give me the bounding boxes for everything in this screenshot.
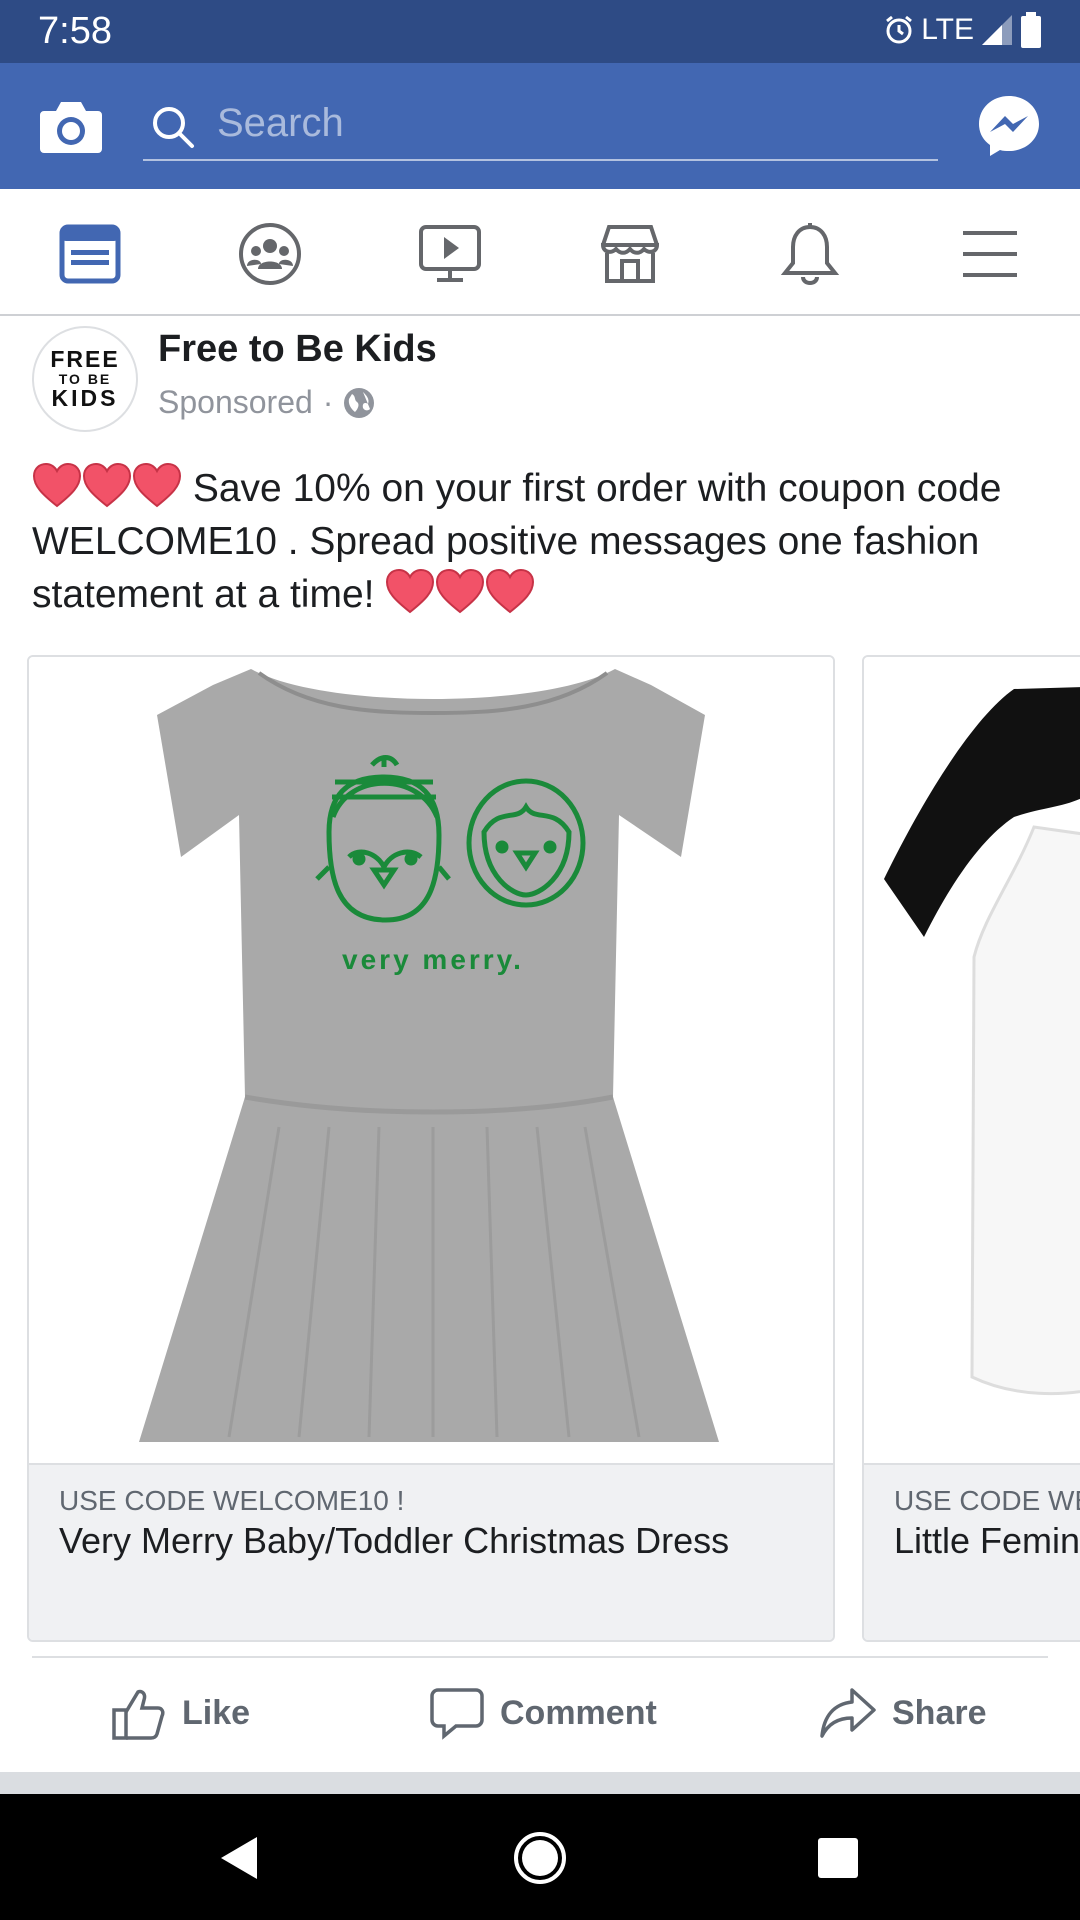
groups-icon [239, 223, 301, 285]
sponsored-label: Sponsored [158, 384, 313, 420]
carousel-card[interactable]: USE CODE WELCOME10 ! Little Feminist Bas… [862, 655, 1080, 1642]
signal-icon [982, 15, 1012, 45]
heart-icon [82, 462, 132, 508]
search-icon [153, 107, 194, 148]
sponsored-row: Sponsored · [158, 384, 375, 421]
globe-icon [344, 387, 375, 418]
tab-menu[interactable] [955, 219, 1025, 289]
system-nav-bar [0, 1794, 1080, 1920]
news-feed-icon [59, 224, 121, 284]
like-label: Like [182, 1693, 251, 1732]
card-footer[interactable]: USE CODE WELCOME10 ! Little Feminist Bas… [864, 1463, 1080, 1640]
back-icon [221, 1837, 257, 1879]
share-icon [820, 1688, 876, 1738]
home-button[interactable] [508, 1826, 572, 1890]
separator: · [322, 384, 334, 420]
search-input[interactable]: Search [143, 91, 938, 161]
marketplace-icon [600, 225, 660, 283]
recents-icon [818, 1838, 858, 1878]
post-text: Save 10% on your first order with coupon… [32, 462, 1052, 621]
product-image-dress[interactable]: very merry. [29, 657, 833, 1463]
network-label: LTE [921, 13, 974, 46]
tab-watch[interactable] [415, 219, 485, 289]
comment-label: Comment [500, 1693, 657, 1732]
product-carousel[interactable]: very merry. USE CODE WELCOME10 ! Very Me… [0, 655, 1080, 1642]
like-button[interactable]: Like [112, 1686, 250, 1740]
card-code: USE CODE WELCOME10 ! [894, 1485, 1080, 1516]
messenger-icon [979, 96, 1039, 156]
page-name[interactable]: Free to Be Kids [158, 328, 437, 371]
hamburger-menu-icon [963, 231, 1017, 277]
alarm-icon [886, 15, 913, 44]
bell-icon [780, 223, 840, 285]
watch-icon [419, 225, 481, 282]
card-title: Little Feminist Baseball Tee [894, 1520, 1080, 1561]
card-code: USE CODE WELCOME10 ! [59, 1485, 405, 1516]
tab-news-feed[interactable] [55, 219, 125, 289]
share-label: Share [892, 1693, 987, 1732]
top-bar: Search [0, 63, 1080, 189]
tab-groups[interactable] [235, 219, 305, 289]
tab-marketplace[interactable] [595, 219, 665, 289]
camera-button[interactable] [38, 95, 104, 157]
post-actions: Like Comment Share [0, 1658, 1080, 1770]
card-footer[interactable]: USE CODE WELCOME10 ! Very Merry Baby/Tod… [29, 1463, 833, 1640]
thumbs-up-icon [112, 1689, 165, 1740]
heart-icon [132, 462, 182, 508]
back-button[interactable] [208, 1826, 272, 1890]
home-icon [514, 1832, 566, 1884]
heart-icon [436, 568, 485, 614]
comment-icon [430, 1688, 484, 1740]
tab-notifications[interactable] [775, 219, 845, 289]
heart-icon [32, 462, 82, 508]
status-icons: LTE [883, 12, 1042, 48]
dress-illustration: very merry. [139, 669, 719, 1442]
heart-icon [486, 568, 535, 614]
status-time: 7:58 [38, 10, 112, 52]
shirt-print-text: very merry. [342, 944, 524, 975]
main-nav [0, 189, 1080, 316]
camera-icon [40, 102, 102, 153]
battery-icon [1021, 12, 1041, 48]
share-button[interactable]: Share [820, 1686, 987, 1740]
page-avatar[interactable]: FREE TO BE KIDS [32, 326, 138, 432]
post-header: FREE TO BE KIDS Free to Be Kids Sponsore… [0, 316, 1080, 446]
card-title: Very Merry Baby/Toddler Christmas Dress [59, 1520, 730, 1561]
feed-separator [0, 1772, 1080, 1794]
status-bar: 7:58 LTE [0, 0, 1080, 63]
carousel-card[interactable]: very merry. USE CODE WELCOME10 ! Very Me… [27, 655, 835, 1642]
tee-illustration [884, 687, 1080, 1396]
messenger-button[interactable] [976, 93, 1042, 159]
product-image-tee[interactable] [864, 657, 1080, 1463]
search-placeholder: Search [217, 101, 344, 145]
recents-button[interactable] [806, 1826, 870, 1890]
heart-icon [386, 568, 435, 614]
comment-button[interactable]: Comment [430, 1686, 657, 1740]
